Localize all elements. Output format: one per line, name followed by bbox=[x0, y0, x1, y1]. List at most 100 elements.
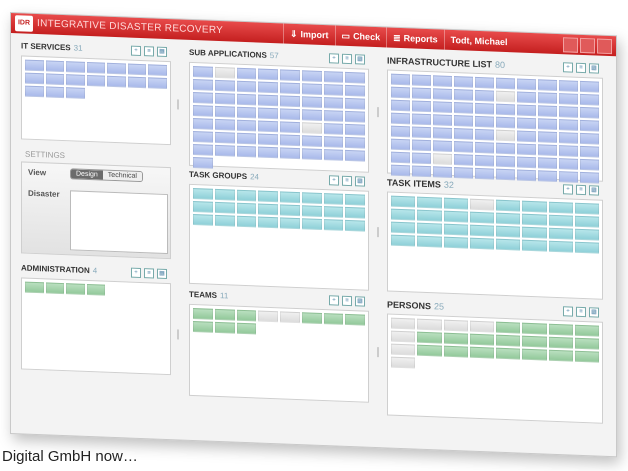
tile[interactable] bbox=[496, 103, 515, 116]
list-view-icon[interactable]: ≡ bbox=[576, 184, 586, 196]
tile[interactable] bbox=[496, 129, 515, 142]
tile[interactable] bbox=[496, 238, 521, 251]
grid-view-icon[interactable]: ▦ bbox=[157, 268, 167, 280]
tile[interactable] bbox=[323, 136, 344, 148]
tile[interactable] bbox=[475, 167, 494, 180]
tile[interactable] bbox=[580, 106, 599, 119]
tile[interactable] bbox=[522, 348, 547, 361]
grid-view-icon[interactable]: ▦ bbox=[589, 63, 599, 74]
tile[interactable] bbox=[345, 123, 365, 136]
tile[interactable] bbox=[574, 241, 599, 254]
tile[interactable] bbox=[391, 99, 410, 112]
tile[interactable] bbox=[301, 70, 322, 82]
tile[interactable] bbox=[193, 157, 213, 169]
tile[interactable] bbox=[412, 113, 431, 126]
tile[interactable] bbox=[280, 69, 300, 82]
tile[interactable] bbox=[574, 228, 599, 241]
tile[interactable] bbox=[323, 193, 344, 205]
list-view-icon[interactable]: ≡ bbox=[144, 46, 154, 57]
tile[interactable] bbox=[391, 195, 416, 208]
splitter-handle[interactable] bbox=[177, 329, 179, 340]
grid-view-icon[interactable]: ▦ bbox=[355, 296, 365, 307]
tile[interactable] bbox=[86, 283, 106, 296]
tile[interactable] bbox=[66, 87, 85, 99]
disaster-field[interactable] bbox=[70, 190, 168, 255]
tile[interactable] bbox=[236, 322, 257, 335]
tile[interactable] bbox=[574, 215, 599, 228]
tile[interactable] bbox=[323, 84, 344, 96]
tile[interactable] bbox=[236, 67, 257, 80]
add-icon[interactable]: + bbox=[131, 267, 141, 279]
tile[interactable] bbox=[258, 146, 278, 159]
tile[interactable] bbox=[517, 91, 536, 104]
tile[interactable] bbox=[323, 71, 344, 83]
tile[interactable] bbox=[86, 61, 106, 74]
add-icon[interactable]: + bbox=[563, 306, 573, 317]
add-icon[interactable]: + bbox=[329, 53, 339, 64]
tile[interactable] bbox=[236, 93, 257, 106]
tile[interactable] bbox=[323, 110, 344, 122]
tile[interactable] bbox=[391, 234, 416, 247]
tile[interactable] bbox=[236, 309, 257, 322]
tile[interactable] bbox=[280, 134, 300, 147]
tile[interactable] bbox=[475, 89, 494, 102]
tile[interactable] bbox=[580, 119, 599, 132]
tile[interactable] bbox=[258, 107, 278, 120]
tile[interactable] bbox=[214, 66, 235, 79]
tile[interactable] bbox=[559, 80, 578, 92]
tile[interactable] bbox=[148, 64, 167, 77]
tile[interactable] bbox=[214, 79, 235, 92]
tile[interactable] bbox=[236, 119, 257, 132]
tile[interactable] bbox=[301, 205, 322, 217]
tile[interactable] bbox=[454, 89, 473, 101]
tile[interactable] bbox=[417, 196, 442, 209]
tile[interactable] bbox=[443, 236, 468, 249]
tile[interactable] bbox=[236, 80, 257, 93]
tile[interactable] bbox=[454, 115, 473, 127]
tile[interactable] bbox=[258, 94, 278, 107]
tile[interactable] bbox=[443, 332, 468, 345]
tile[interactable] bbox=[433, 166, 452, 178]
list-view-icon[interactable]: ≡ bbox=[342, 295, 352, 307]
tile[interactable] bbox=[391, 317, 416, 330]
tile[interactable] bbox=[538, 170, 557, 183]
tile[interactable] bbox=[193, 105, 213, 117]
tile[interactable] bbox=[391, 208, 416, 221]
tile[interactable] bbox=[517, 78, 536, 91]
list-view-icon[interactable]: ≡ bbox=[144, 268, 154, 279]
maximize-button[interactable] bbox=[580, 37, 595, 54]
tile[interactable] bbox=[580, 93, 599, 106]
tile[interactable] bbox=[345, 136, 365, 149]
user-name[interactable]: Todt, Michael bbox=[443, 29, 527, 53]
tile[interactable] bbox=[193, 66, 213, 78]
tile[interactable] bbox=[538, 105, 557, 118]
tile[interactable] bbox=[548, 201, 573, 214]
list-view-icon[interactable]: ≡ bbox=[342, 175, 352, 187]
tile[interactable] bbox=[391, 112, 410, 125]
tile[interactable] bbox=[574, 324, 599, 337]
tile[interactable] bbox=[417, 344, 442, 357]
tile[interactable] bbox=[443, 210, 468, 223]
tile[interactable] bbox=[280, 217, 300, 230]
tile[interactable] bbox=[454, 167, 473, 179]
tile[interactable] bbox=[280, 204, 300, 217]
tile[interactable] bbox=[443, 319, 468, 332]
add-icon[interactable]: + bbox=[329, 175, 339, 186]
tile[interactable] bbox=[475, 102, 494, 115]
tile[interactable] bbox=[345, 193, 365, 206]
tile[interactable] bbox=[301, 96, 322, 108]
tile[interactable] bbox=[417, 318, 442, 331]
tile[interactable] bbox=[559, 145, 578, 157]
grid-view-icon[interactable]: ▦ bbox=[589, 185, 599, 196]
tile[interactable] bbox=[45, 73, 65, 86]
tile[interactable] bbox=[148, 77, 167, 90]
tile[interactable] bbox=[496, 347, 521, 360]
tile[interactable] bbox=[193, 131, 213, 143]
tile[interactable] bbox=[66, 61, 85, 73]
tile[interactable] bbox=[391, 138, 410, 151]
tile[interactable] bbox=[214, 201, 235, 214]
tile[interactable] bbox=[301, 192, 322, 204]
tile[interactable] bbox=[345, 71, 365, 84]
tile[interactable] bbox=[391, 330, 416, 343]
tile[interactable] bbox=[280, 95, 300, 108]
